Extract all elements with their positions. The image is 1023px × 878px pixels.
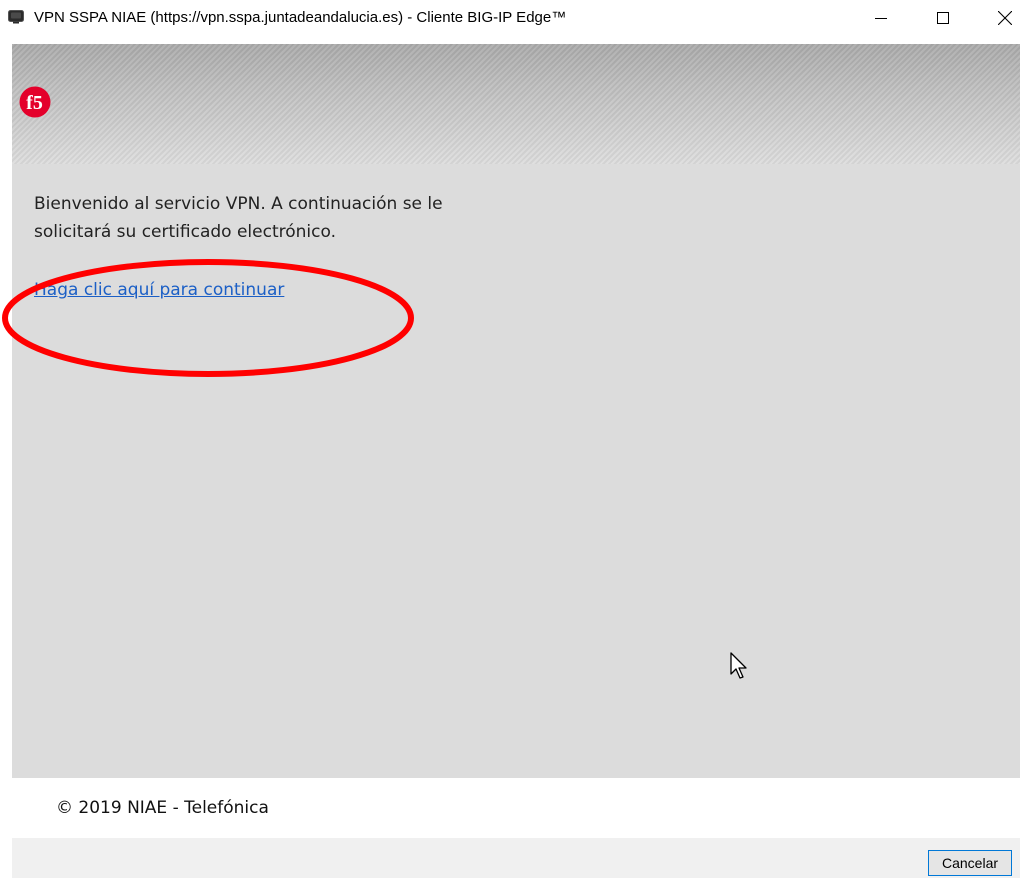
minimize-button[interactable] [858,0,904,36]
f5-logo-text: f5 [26,92,43,114]
continue-link[interactable]: Haga clic aquí para continuar [34,280,284,300]
footer: © 2019 NIAE - Telefónica [12,780,1020,838]
minimize-icon [875,18,887,19]
cancel-button[interactable]: Cancelar [928,850,1012,876]
vpn-client-window: VPN SSPA NIAE (https://vpn.sspa.juntadea… [0,0,1023,878]
copyright-text: © 2019 NIAE - Telefónica [56,798,269,818]
content-panel: f5 Bienvenido al servicio VPN. A continu… [12,44,1020,778]
f5-logo-icon: f5 [19,86,51,118]
maximize-button[interactable] [920,0,966,36]
window-title: VPN SSPA NIAE (https://vpn.sspa.juntadea… [34,9,567,26]
monitor-shield-icon [8,10,24,24]
mouse-cursor-icon [730,652,747,679]
close-button[interactable] [982,0,1023,36]
button-bar: Cancelar [12,838,1020,878]
header-banner: f5 [12,44,1020,164]
close-icon [998,11,1012,25]
maximize-icon [937,12,949,24]
title-bar: VPN SSPA NIAE (https://vpn.sspa.juntadea… [0,0,1023,42]
welcome-message: Bienvenido al servicio VPN. A continuaci… [34,194,443,242]
